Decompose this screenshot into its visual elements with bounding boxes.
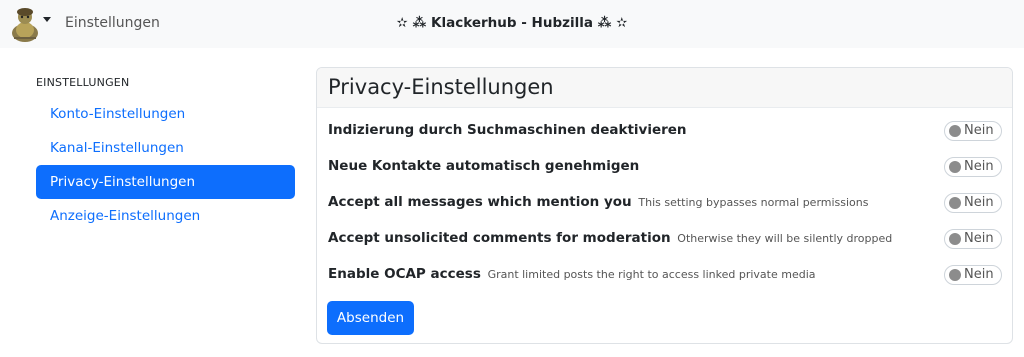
setting-help-text: Otherwise they will be silently dropped bbox=[677, 232, 893, 245]
toggle-moderation[interactable]: Nein bbox=[944, 229, 1002, 249]
toggle-knob bbox=[949, 197, 961, 209]
sidebar-item-anzeige[interactable]: Anzeige-Einstellungen bbox=[36, 199, 295, 233]
toggle-value: Nein bbox=[964, 267, 994, 282]
sidebar-item-konto[interactable]: Konto-Einstellungen bbox=[36, 97, 295, 131]
submit-button[interactable]: Absenden bbox=[327, 301, 414, 335]
setting-label-text: Neue Kontakte automatisch genehmigen bbox=[328, 158, 640, 174]
page-title: Privacy-Einstellungen bbox=[328, 75, 554, 99]
setting-label-mentions: Accept all messages which mention you Th… bbox=[328, 194, 869, 210]
toggle-knob bbox=[949, 269, 961, 281]
site-title: ✫ ⁂ Klackerhub - Hubzilla ⁂ ✫ bbox=[396, 15, 628, 31]
setting-label-text: Enable OCAP access bbox=[328, 266, 481, 282]
setting-help-text: This setting bypasses normal permissions bbox=[638, 196, 869, 209]
toggle-search-indexing[interactable]: Nein bbox=[944, 121, 1002, 141]
toggle-value: Nein bbox=[964, 123, 994, 138]
sidebar-item-privacy[interactable]: Privacy-Einstellungen bbox=[36, 165, 295, 199]
setting-label-search-indexing: Indizierung durch Suchmaschinen deaktivi… bbox=[328, 122, 687, 138]
setting-help-text: Grant limited posts the right to access … bbox=[487, 268, 816, 281]
setting-label-ocap: Enable OCAP access Grant limited posts t… bbox=[328, 266, 816, 282]
toggle-knob bbox=[949, 233, 961, 245]
setting-label-text: Accept unsolicited comments for moderati… bbox=[328, 230, 671, 246]
panel-header: Privacy-Einstellungen bbox=[317, 68, 1012, 108]
toggle-auto-approve[interactable]: Nein bbox=[944, 157, 1002, 177]
sidebar-item-kanal[interactable]: Kanal-Einstellungen bbox=[36, 131, 295, 165]
setting-label-text: Accept all messages which mention you bbox=[328, 194, 632, 210]
toggle-value: Nein bbox=[964, 231, 994, 246]
toggle-mentions[interactable]: Nein bbox=[944, 193, 1002, 213]
toggle-value: Nein bbox=[964, 159, 994, 174]
toggle-knob bbox=[949, 161, 961, 173]
toggle-value: Nein bbox=[964, 195, 994, 210]
setting-label-moderation: Accept unsolicited comments for moderati… bbox=[328, 230, 892, 246]
setting-label-text: Indizierung durch Suchmaschinen deaktivi… bbox=[328, 122, 687, 138]
toggle-ocap[interactable]: Nein bbox=[944, 265, 1002, 285]
sidebar-heading: EINSTELLUNGEN bbox=[36, 76, 130, 89]
privacy-settings-panel: Privacy-Einstellungen Indizierung durch … bbox=[316, 67, 1013, 344]
setting-label-auto-approve: Neue Kontakte automatisch genehmigen bbox=[328, 158, 639, 174]
top-navbar: Einstellungen ✫ ⁂ Klackerhub - Hubzilla … bbox=[0, 0, 1024, 48]
toggle-knob bbox=[949, 125, 961, 137]
